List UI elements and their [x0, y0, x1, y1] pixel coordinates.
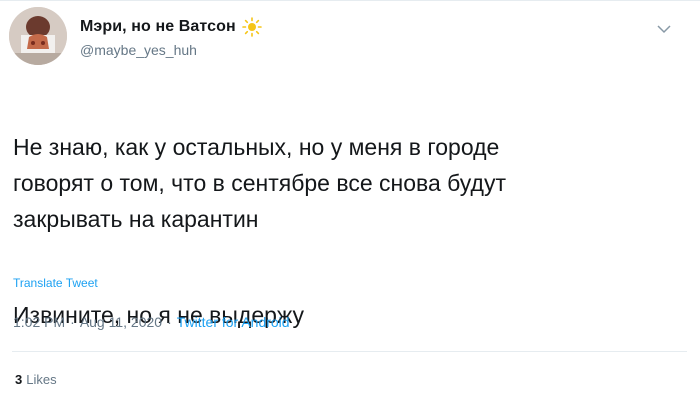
top-divider — [0, 0, 700, 1]
author-name-row: Мэри, но не Ватсон — [80, 17, 262, 37]
sun-icon — [241, 17, 262, 37]
tweet-card: Мэри, но не Ватсон @maybe_yes_huh Не зна… — [0, 0, 700, 409]
stats-divider — [12, 351, 687, 352]
translate-tweet-link[interactable]: Translate Tweet — [13, 276, 98, 290]
tweet-text: Не знаю, как у остальных, но у меня в го… — [13, 93, 673, 333]
user-handle[interactable]: @maybe_yes_huh — [80, 42, 197, 58]
meta-separator: · — [70, 314, 75, 330]
avatar[interactable] — [9, 7, 67, 65]
tweet-source-link[interactable]: Twitter for Android — [177, 314, 290, 330]
tweet-date[interactable]: Aug 11, 2020 — [80, 314, 162, 330]
tweet-meta: 1:02 PM · Aug 11, 2020 · Twitter for And… — [13, 314, 290, 330]
likes-label: Likes — [26, 372, 57, 387]
chevron-down-icon[interactable] — [656, 22, 672, 34]
meta-separator-2: · — [167, 314, 172, 330]
likes-count: 3 — [15, 372, 23, 387]
tweet-time[interactable]: 1:02 PM — [13, 314, 65, 330]
likes-stat[interactable]: 3 Likes — [15, 372, 57, 387]
tweet-paragraph-1: Не знаю, как у остальных, но у меня в го… — [13, 134, 506, 232]
display-name[interactable]: Мэри, но не Ватсон — [80, 18, 236, 36]
